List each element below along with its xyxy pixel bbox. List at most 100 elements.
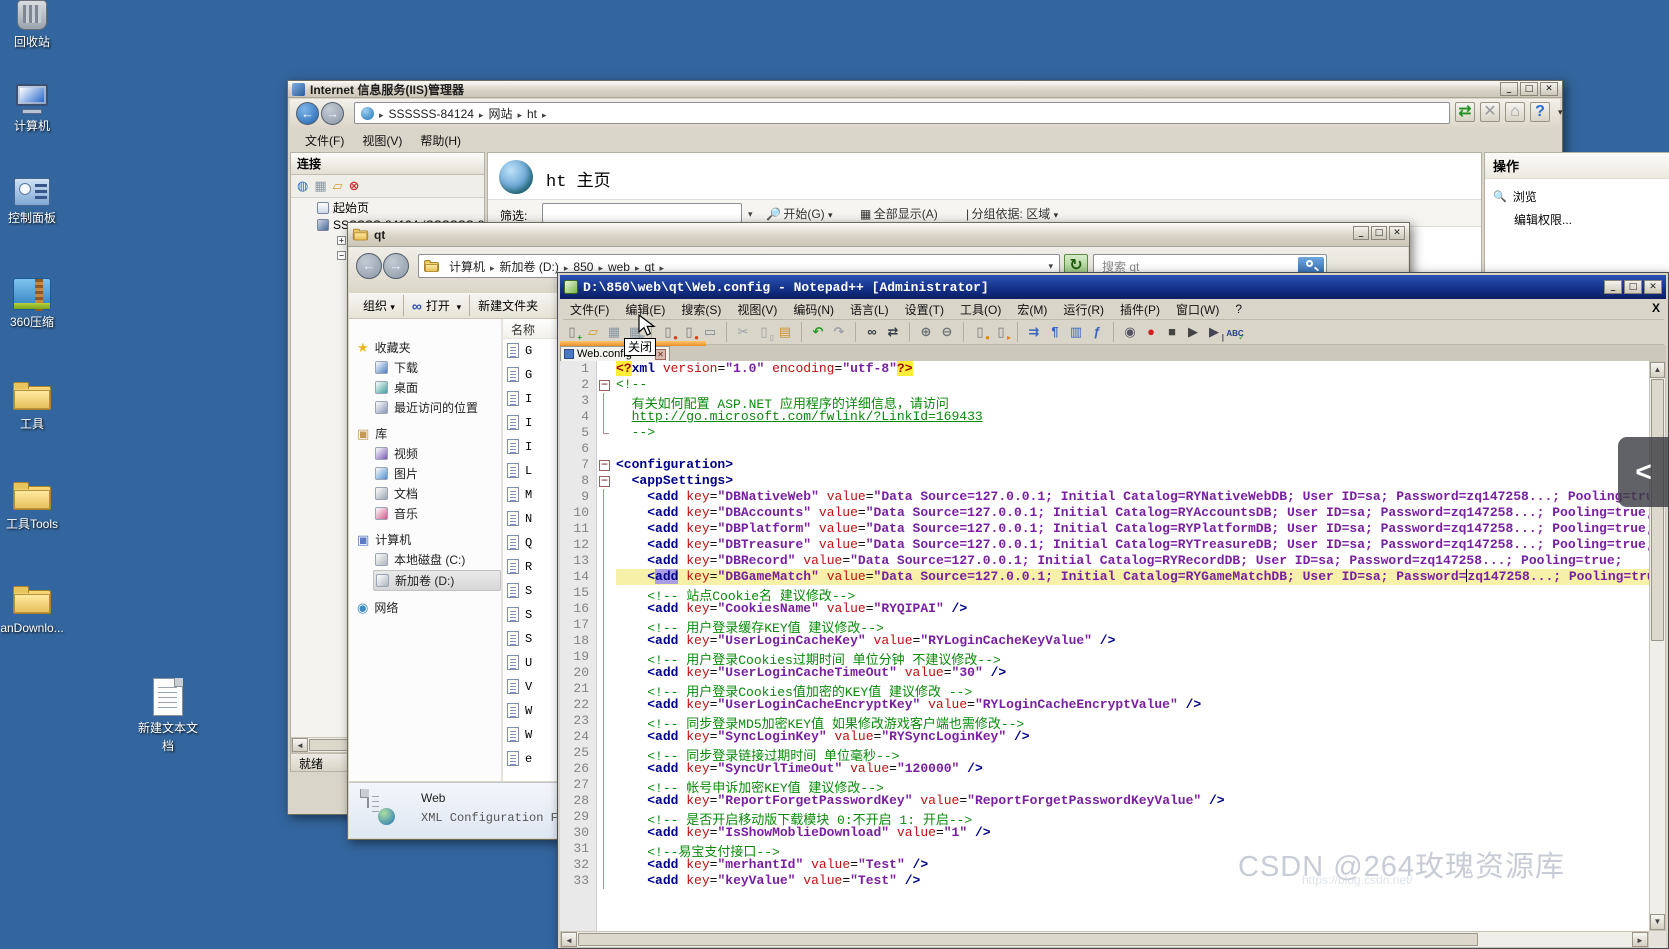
forward-button[interactable]: → (383, 253, 409, 279)
file-row[interactable]: S (507, 607, 532, 622)
menu-item[interactable]: ? (1227, 300, 1250, 318)
code-line-10[interactable]: <add key="DBAccounts" value="Data Source… (616, 505, 1649, 521)
npp-title-bar[interactable]: D:\850\web\qt\Web.config - Notepad++ [Ad… (560, 275, 1666, 299)
breadcrumb-item[interactable]: 计算机 (449, 260, 485, 274)
address-dropdown-icon[interactable]: ▾ (1048, 261, 1059, 272)
code-line-2[interactable]: <!-- (616, 377, 1649, 393)
file-row[interactable]: G (507, 343, 532, 358)
code-line-9[interactable]: <add key="DBNativeWeb" value="Data Sourc… (616, 489, 1649, 505)
desktop-icon-2[interactable]: 计算机 (0, 84, 64, 135)
help-dropdown-icon[interactable]: ▾ (1558, 107, 1563, 118)
menu-item[interactable]: 语言(L) (842, 299, 897, 320)
doc-map-icon[interactable]: ▥ (1067, 323, 1085, 341)
code-line-7[interactable]: <configuration> (616, 457, 1649, 473)
code-line-24[interactable]: <add key="SyncLoginKey" value="RYSyncLog… (616, 729, 1649, 745)
horizontal-scrollbar[interactable]: ◄ ► (560, 931, 1649, 948)
code-line-4[interactable]: http://go.microsoft.com/fwlink/?LinkId=1… (616, 409, 1649, 425)
file-row[interactable]: I (507, 439, 532, 454)
breadcrumb-item[interactable]: 网站 (488, 107, 512, 121)
close-file-icon[interactable]: ▯ ● (659, 323, 678, 342)
file-row[interactable]: W (507, 727, 532, 742)
code-line-6[interactable] (616, 441, 1649, 457)
save-file-icon[interactable]: ▦ (605, 323, 623, 341)
fold-marker-icon[interactable] (597, 457, 612, 473)
maximize-button[interactable]: □ (1624, 280, 1642, 294)
sidebar-item-本地磁盘 (C:)[interactable]: 本地磁盘 (C:) (373, 550, 501, 569)
menu-item[interactable]: 文件(F) (562, 299, 617, 320)
tab-close-icon[interactable]: ✕ (655, 348, 666, 360)
breadcrumb-item[interactable]: SSSSSS-84124 (389, 107, 474, 121)
create-connection-icon[interactable]: ◍ (297, 178, 308, 194)
filter-go[interactable]: 🔎 开始(G) ▾ (766, 205, 833, 222)
code-line-26[interactable]: <add key="SyncUrlTimeOut" value="120000"… (616, 761, 1649, 777)
stop-icon[interactable]: ■ (1163, 323, 1181, 341)
replace-icon[interactable]: ⇄ (884, 323, 902, 341)
code-line-16[interactable]: <add key="CookiesName" value="RYQIPAI" /… (616, 601, 1649, 617)
file-row[interactable]: R (507, 559, 532, 574)
close-button[interactable]: ✕ (1389, 226, 1405, 240)
code-line-14[interactable]: <add key="DBGameMatch" value="Data Sourc… (616, 569, 1649, 585)
sidebar-item-桌面[interactable]: 桌面 (373, 378, 501, 397)
minimize-button[interactable]: _ (1604, 280, 1622, 294)
delete-icon[interactable]: ⊗ (349, 178, 360, 194)
sidebar-item-新加卷 (D:)[interactable]: 新加卷 (D:) (373, 570, 501, 591)
file-row[interactable]: L (507, 463, 532, 478)
close-button[interactable]: ✕ (1540, 82, 1558, 96)
file-row[interactable]: I (507, 415, 532, 430)
close-all-icon[interactable]: ▯ ● (680, 323, 699, 342)
new-folder-button[interactable]: 新建文件夹 (478, 297, 538, 314)
cut-icon[interactable]: ✂ (734, 323, 752, 341)
play-macro-icon[interactable]: ▯ ▸ (992, 323, 1011, 342)
menu-item[interactable]: 工具(O) (952, 299, 1009, 320)
sidebar-item-下载[interactable]: 下载 (373, 358, 501, 377)
code-line-27[interactable]: <!-- 帐号申诉加密KEY值 建议修改--> (616, 777, 1649, 796)
home-button[interactable]: ⌂ (1505, 102, 1525, 122)
code-line-18[interactable]: <add key="UserLoginCacheKey" value="RYLo… (616, 633, 1649, 649)
monitor-icon[interactable]: ◉ (1121, 323, 1139, 341)
find-icon[interactable]: ∞ (863, 323, 881, 341)
new-folder-icon[interactable]: ▱ (333, 178, 343, 194)
spell-check-icon[interactable]: ABC ✓ (1226, 323, 1245, 342)
file-row[interactable]: M (507, 487, 532, 502)
code-line-12[interactable]: <add key="DBTreasure" value="Data Source… (616, 537, 1649, 553)
file-row[interactable]: U (507, 655, 532, 670)
desktop-icon-8[interactable]: 新建文本文档 (136, 678, 200, 755)
sidebar-group-收藏夹[interactable]: ★ 收藏夹 (357, 339, 501, 356)
print-icon[interactable]: ▭ (701, 323, 719, 341)
filter-show-all[interactable]: ▦ 全部显示(A) (860, 205, 938, 222)
file-row[interactable]: N (507, 511, 532, 526)
action-edit-permissions[interactable]: 编辑权限... (1493, 208, 1669, 231)
desktop-icon-5[interactable]: 工具 (0, 382, 64, 433)
maximize-button[interactable]: □ (1371, 226, 1387, 240)
fold-marker-icon[interactable] (597, 377, 612, 393)
mdi-close-icon[interactable]: X (1652, 301, 1660, 315)
filter-input[interactable] (542, 203, 742, 223)
code-line-17[interactable]: <!-- 用户登录缓存KEY值 建议修改--> (616, 617, 1649, 636)
file-row[interactable]: G (507, 367, 532, 382)
record-icon[interactable]: ● (1142, 323, 1160, 341)
code-line-29[interactable]: <!-- 是否开启移动版下载模块 0:不开启 1: 开启--> (616, 809, 1649, 828)
tree-item[interactable]: 起始页 (291, 198, 484, 217)
maximize-button[interactable]: □ (1520, 82, 1538, 96)
forward-button[interactable]: → (321, 102, 344, 125)
file-row[interactable]: S (507, 631, 532, 646)
record-macro-icon[interactable]: ▯ ● (971, 323, 990, 342)
menu-item[interactable]: 宏(M) (1009, 299, 1055, 320)
open-menu[interactable]: 打开 ▾ (426, 297, 461, 314)
menu-item[interactable]: 视图(V) (729, 299, 785, 320)
paste-icon[interactable]: ▤ (776, 323, 794, 341)
menu-item[interactable]: 编码(N) (785, 299, 842, 320)
file-row[interactable]: Q (507, 535, 532, 550)
minimize-button[interactable]: _ (1353, 226, 1369, 240)
fold-margin[interactable] (597, 361, 612, 931)
code-line-3[interactable]: 有关如何配置 ASP.NET 应用程序的详细信息，请访问 (616, 393, 1649, 412)
breadcrumb-item[interactable]: ht (527, 107, 537, 121)
code-line-20[interactable]: <add key="UserLoginCacheTimeOut" value="… (616, 665, 1649, 681)
menu-item[interactable]: 文件(F) (296, 130, 353, 151)
minimize-button[interactable]: _ (1500, 82, 1518, 96)
show-symbols-icon[interactable]: ¶ (1046, 323, 1064, 341)
copy-icon[interactable]: ▯ ▯ (755, 323, 774, 342)
filter-dropdown-icon[interactable]: ▾ (748, 209, 753, 220)
function-list-icon[interactable]: ƒ (1088, 323, 1106, 341)
zoom-in-icon[interactable]: ⊕ (917, 323, 935, 341)
